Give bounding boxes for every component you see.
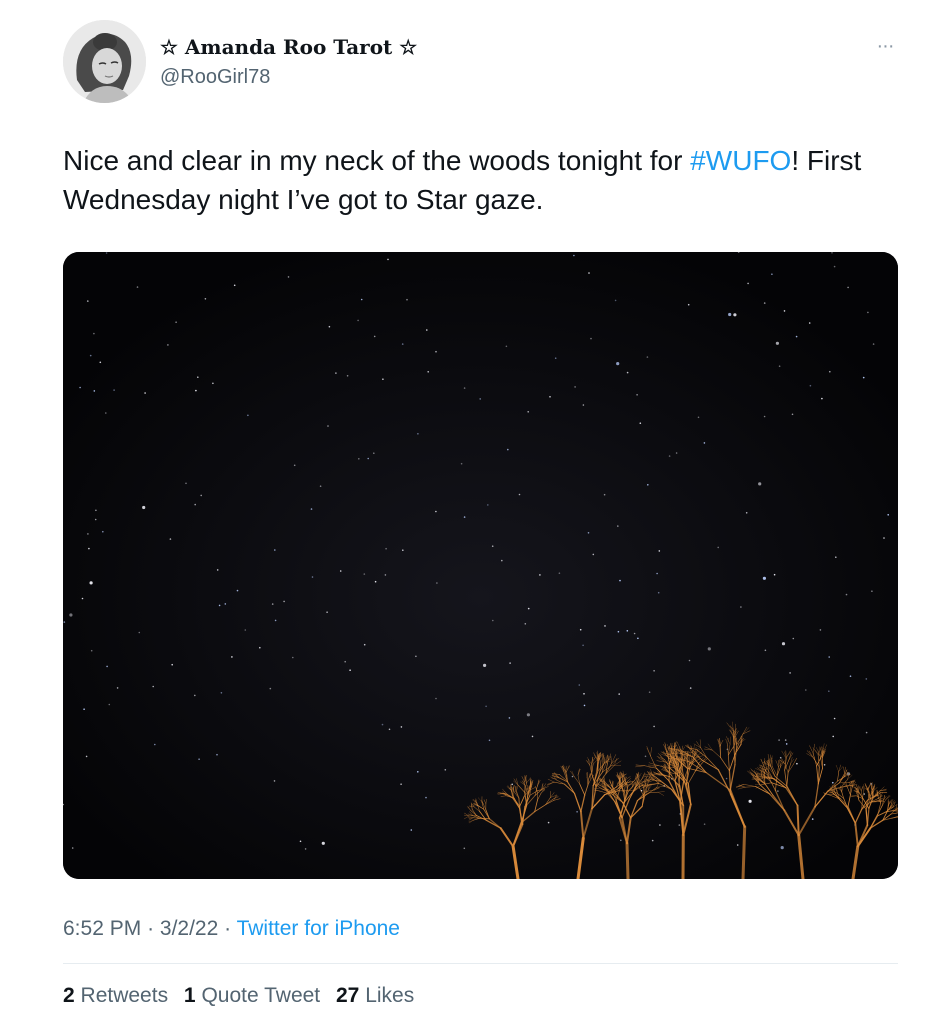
tweet-text: Nice and clear in my neck of the woods t… [63,141,913,219]
separator-dot: · [224,917,237,940]
display-name[interactable]: ☆ Amanda Roo Tarot ☆ [160,35,417,59]
likes-label: Likes [365,984,415,1007]
quote-tweets-stat[interactable]: 1 Quote Tweet [184,984,320,1007]
quote-tweets-label: Quote Tweet [201,984,321,1007]
tweet-stats: 2 Retweets 1 Quote Tweet 27 Likes [63,984,424,1008]
user-handle[interactable]: @RooGirl78 [160,66,270,89]
tweet-date[interactable]: 3/2/22 [160,917,218,940]
divider [63,963,898,964]
tweet-text-part: Nice and clear in my neck of the woods t… [63,145,691,176]
night-sky-photo [63,252,898,879]
tweet-media-photo[interactable] [63,252,898,879]
retweets-count: 2 [63,984,75,1007]
avatar[interactable] [63,20,146,103]
retweets-label: Retweets [80,984,169,1007]
hashtag-link[interactable]: #WUFO [690,145,791,176]
retweets-stat[interactable]: 2 Retweets [63,984,168,1007]
quote-tweets-count: 1 [183,984,196,1007]
tweet-meta: 6:52 PM · 3/2/22 · Twitter for iPhone [63,917,400,941]
likes-count: 27 [336,984,360,1007]
tweet-source-link[interactable]: Twitter for iPhone [237,917,400,940]
ellipsis-icon[interactable]: ··· [870,36,900,56]
tweet-time[interactable]: 6:52 PM [63,917,141,940]
separator-dot: · [147,917,160,940]
likes-stat[interactable]: 27 Likes [336,984,414,1007]
